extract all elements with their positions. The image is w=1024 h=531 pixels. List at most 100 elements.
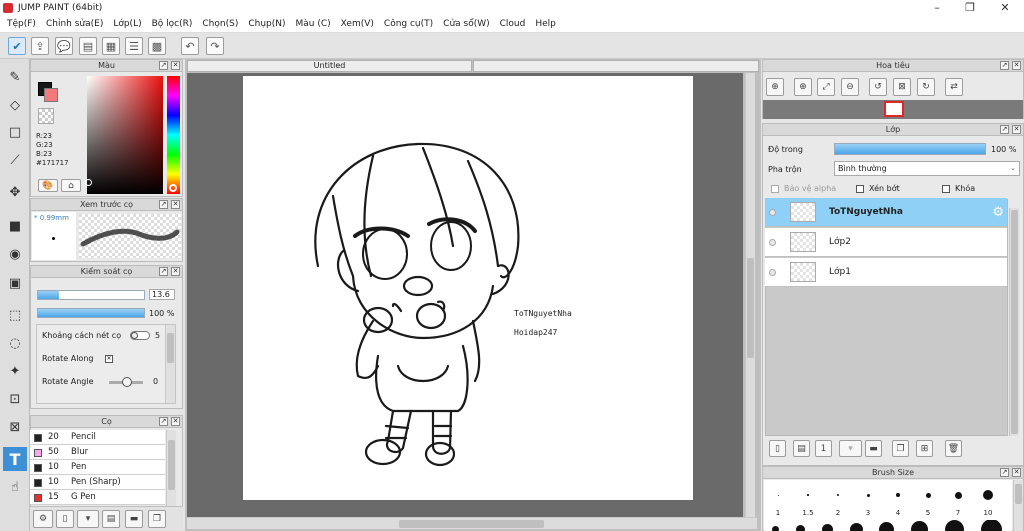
undock-icon[interactable]: ↗	[1000, 468, 1009, 477]
select-eraser-tool-icon[interactable]: ⊠	[3, 415, 27, 439]
hand-tool-icon[interactable]: ☝	[3, 475, 27, 499]
rotate-left-icon[interactable]: ↺	[869, 78, 887, 96]
menu-select[interactable]: Chọn(S)	[197, 19, 243, 29]
palette-icon[interactable]: 🎨	[38, 179, 58, 192]
brush-size-cell[interactable]	[793, 486, 823, 504]
spacing-toggle[interactable]	[130, 331, 150, 340]
close-button[interactable]: ✕	[990, 0, 1020, 16]
close-panel-icon[interactable]: ✕	[1012, 468, 1021, 477]
undo-icon[interactable]: ↶	[181, 37, 199, 55]
properties-icon[interactable]: ▩	[148, 37, 166, 55]
brush-menu-icon[interactable]: ▾	[77, 510, 99, 528]
menu-view[interactable]: Xem(V)	[336, 19, 379, 29]
share-icon[interactable]: ⇪	[31, 37, 49, 55]
brush-tool-icon[interactable]: ✎	[3, 65, 27, 89]
new-layer-8bit-icon[interactable]: ▤	[793, 440, 810, 457]
brush-size-cell[interactable]	[823, 486, 853, 504]
zoom-in-small-icon[interactable]: ⊕	[766, 78, 784, 96]
new-brush-icon[interactable]: ▯	[56, 510, 74, 528]
flip-icon[interactable]: ⇄	[945, 78, 963, 96]
protect-alpha-checkbox[interactable]	[771, 185, 779, 193]
comment-icon[interactable]: 💬	[55, 37, 73, 55]
brush-size-cell[interactable]	[883, 486, 913, 504]
menu-help[interactable]: Help	[530, 19, 561, 29]
lasso-tool-icon[interactable]: ◌	[3, 331, 27, 355]
merge-layer-icon[interactable]: ⊞	[916, 440, 933, 457]
text-tool-icon[interactable]: T	[3, 447, 27, 471]
document-tab[interactable]: Untitled	[187, 60, 472, 72]
layer-visibility-icon[interactable]	[769, 239, 776, 246]
minimize-button[interactable]: –	[922, 0, 952, 16]
brush-item[interactable]: 50 Blur	[30, 445, 165, 460]
reset-view-icon[interactable]: ⊠	[893, 78, 911, 96]
navigator-viewport-box[interactable]	[884, 101, 904, 117]
menu-window[interactable]: Cửa sổ(W)	[438, 19, 494, 29]
menu-tools[interactable]: Công cụ(T)	[379, 19, 438, 29]
zoom-in-icon[interactable]: ⊕	[794, 78, 812, 96]
brush-opacity-slider[interactable]	[37, 308, 145, 318]
copy-brush-icon[interactable]: ❐	[148, 510, 166, 528]
undock-icon[interactable]: ↗	[1000, 61, 1009, 70]
new-layer-icon[interactable]: ▯	[769, 440, 786, 457]
select-pen-tool-icon[interactable]: ⊡	[3, 387, 27, 411]
menu-cloud[interactable]: Cloud	[495, 19, 531, 29]
layer-folder-icon[interactable]: ▬	[865, 440, 882, 457]
duplicate-brush-icon[interactable]: ▤	[102, 510, 120, 528]
document-icon[interactable]: ▦	[102, 37, 120, 55]
menu-color[interactable]: Màu (C)	[291, 19, 336, 29]
rotate-along-checkbox[interactable]: ✕	[105, 355, 113, 363]
brush-size-cell[interactable]	[973, 486, 1003, 504]
brush-item[interactable]: 10 Pen (Sharp)	[30, 475, 165, 490]
brush-size-cell[interactable]	[853, 486, 883, 504]
layer-row[interactable]: Lớp2	[765, 228, 1007, 257]
layer-row[interactable]: ToTNguyetNha ⚙	[765, 198, 1007, 227]
undock-icon[interactable]: ↗	[159, 417, 168, 426]
navigator-preview[interactable]	[763, 100, 1023, 119]
list-icon[interactable]: ☰	[125, 37, 143, 55]
check-icon[interactable]: ✔	[8, 37, 26, 55]
brush-list-scrollbar[interactable]	[166, 430, 176, 506]
layer-row[interactable]: Lớp1	[765, 258, 1007, 287]
move-tool-icon[interactable]: ✥	[3, 180, 27, 204]
close-panel-icon[interactable]: ✕	[171, 417, 180, 426]
delete-layer-icon[interactable]: 🗑	[945, 440, 962, 457]
menu-edit[interactable]: Chỉnh sửa(E)	[41, 19, 108, 29]
mode-toggle-icon[interactable]: ⌂	[61, 179, 81, 192]
redo-icon[interactable]: ↷	[206, 37, 224, 55]
undock-icon[interactable]: ↗	[159, 200, 168, 209]
gradient-tool-icon[interactable]: ▣	[3, 271, 27, 295]
undock-icon[interactable]: ↗	[159, 61, 168, 70]
fill-rect-tool-icon[interactable]: ■	[3, 214, 27, 238]
drawing-canvas[interactable]: ToTNguyetNha Hoidap247	[243, 76, 693, 500]
brush-item[interactable]: 20 Pencil	[30, 430, 165, 445]
undock-icon[interactable]: ↗	[1000, 125, 1009, 134]
canvas-vertical-scrollbar[interactable]	[745, 73, 755, 517]
canvas-horizontal-scrollbar[interactable]	[187, 517, 757, 529]
transparent-swatch[interactable]	[38, 108, 54, 124]
menu-file[interactable]: Tệp(F)	[2, 19, 41, 29]
magic-wand-tool-icon[interactable]: ✦	[3, 359, 27, 383]
close-panel-icon[interactable]: ✕	[171, 200, 180, 209]
brush-size-cell[interactable]	[763, 486, 793, 504]
rotate-angle-slider[interactable]	[109, 377, 143, 387]
saturation-value-picker[interactable]	[85, 76, 163, 194]
new-layer-1bit-icon[interactable]: 1	[815, 440, 832, 457]
close-panel-icon[interactable]: ✕	[1012, 61, 1021, 70]
options-scrollbar[interactable]	[165, 325, 175, 403]
brush-size-input[interactable]: 13.6	[149, 289, 175, 300]
bucket-tool-icon[interactable]: ◉	[3, 242, 27, 266]
menu-layer[interactable]: Lớp(L)	[108, 19, 146, 29]
close-panel-icon[interactable]: ✕	[171, 267, 180, 276]
layer-opacity-slider[interactable]	[834, 143, 986, 155]
menu-capture[interactable]: Chụp(N)	[243, 19, 290, 29]
rectangle-tool-icon[interactable]: □	[3, 120, 27, 144]
clipping-checkbox[interactable]	[856, 185, 864, 193]
rotate-right-icon[interactable]: ↻	[917, 78, 935, 96]
layer-settings-gear-icon[interactable]: ⚙	[992, 205, 1004, 220]
brush-size-slider[interactable]	[37, 290, 145, 300]
eraser-tool-icon[interactable]: ◇	[3, 93, 27, 117]
duplicate-layer-icon[interactable]: ❐	[892, 440, 909, 457]
layer-type-menu-icon[interactable]: ▾	[839, 440, 862, 457]
brush-settings-icon[interactable]: ⚙	[33, 510, 53, 528]
brush-folder-icon[interactable]: ▬	[125, 510, 143, 528]
